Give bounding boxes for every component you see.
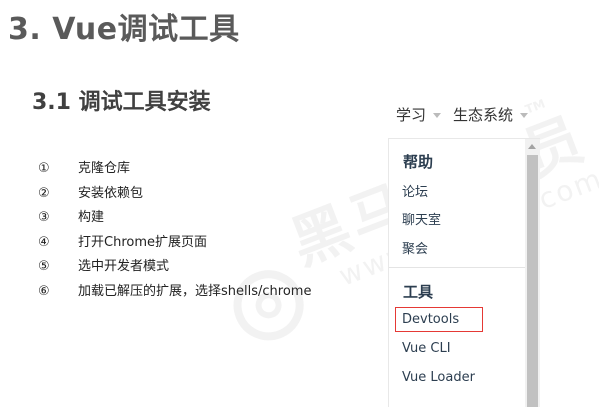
step-text: 打开Chrome扩展页面 <box>78 234 207 250</box>
section-title: 3.1 调试工具安装 <box>32 90 211 115</box>
nav-item-learn[interactable]: 学习 <box>396 104 442 125</box>
step-text: 克隆仓库 <box>78 161 131 176</box>
menu-link-chat[interactable]: 聊天室 <box>402 209 441 228</box>
step-item: ④ 打开Chrome扩展页面 <box>38 231 311 256</box>
step-item: ② 安装依赖包 <box>38 182 311 207</box>
menu-heading-tools: 工具 <box>403 283 434 301</box>
nav-item-ecosystem[interactable]: 生态系统 <box>453 104 529 125</box>
menu-heading-help: 帮助 <box>403 153 434 171</box>
step-item: ⑤ 选中开发者模式 <box>38 255 311 280</box>
nav-item-label: 学习 <box>396 106 427 124</box>
scrollbar-thumb[interactable] <box>527 155 538 407</box>
menu-link-meetups[interactable]: 聚会 <box>402 238 428 257</box>
menu-link-vue-cli[interactable]: Vue CLI <box>402 341 451 356</box>
menu-link-devtools[interactable]: Devtools <box>402 312 459 327</box>
menu-link-forum[interactable]: 论坛 <box>402 181 428 200</box>
menu-divider <box>389 267 525 268</box>
slide-page: 3. Vue调试工具 3.1 调试工具安装 ① 克隆仓库 ② 安装依赖包 ③ 构… <box>0 0 599 407</box>
step-number: ⑥ <box>38 283 50 299</box>
step-item: ⑥ 加载已解压的扩展，选择shells/chrome <box>38 280 311 305</box>
step-text: 选中开发者模式 <box>78 259 170 275</box>
step-text: 安装依赖包 <box>78 185 144 201</box>
dropdown-content: 帮助 论坛 聊天室 聚会 工具 Devtools Vue CLI Vue Loa… <box>389 139 525 407</box>
step-text: 构建 <box>78 210 105 226</box>
step-text: 加载已解压的扩展，选择shells/chrome <box>78 283 312 299</box>
caret-down-icon <box>520 113 529 118</box>
scroll-up-arrow-icon[interactable] <box>528 144 536 149</box>
install-steps-list: ① 克隆仓库 ② 安装依赖包 ③ 构建 ④ 打开Chrome扩展页面 ⑤ 选中开… <box>38 157 311 305</box>
step-number: ③ <box>38 210 50 226</box>
step-item: ③ 构建 <box>38 206 311 231</box>
dropdown-scrollbar[interactable] <box>525 139 540 407</box>
step-number: ② <box>38 185 50 201</box>
caret-down-icon <box>433 113 442 118</box>
ecosystem-dropdown: 帮助 论坛 聊天室 聚会 工具 Devtools Vue CLI Vue Loa… <box>388 138 540 407</box>
page-title: 3. Vue调试工具 <box>8 12 240 47</box>
step-number: ① <box>38 161 50 176</box>
menu-link-vue-loader[interactable]: Vue Loader <box>402 370 475 385</box>
top-nav: 学习 生态系统 <box>396 104 540 125</box>
step-number: ⑤ <box>38 259 50 275</box>
step-number: ④ <box>38 234 50 250</box>
nav-item-label: 生态系统 <box>453 106 514 124</box>
step-item: ① 克隆仓库 <box>38 157 311 182</box>
